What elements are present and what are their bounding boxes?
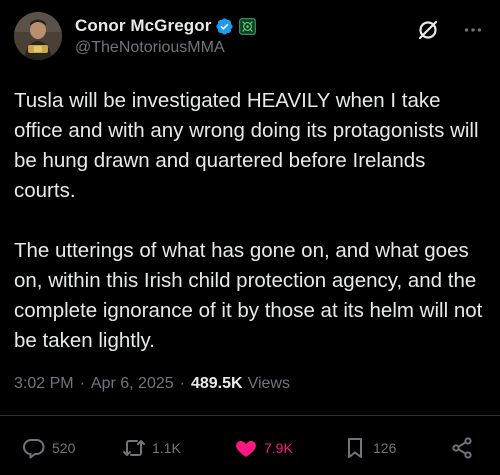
more-options-icon[interactable] xyxy=(462,19,484,41)
display-name[interactable]: Conor McGregor xyxy=(75,16,211,36)
share-icon xyxy=(452,437,472,459)
action-bar: 520 1.1K 7.9K 126 xyxy=(0,436,500,468)
meta-separator: · xyxy=(79,375,85,392)
verified-badge-icon[interactable] xyxy=(215,17,234,36)
reply-icon xyxy=(23,439,45,459)
bookmark-icon xyxy=(348,438,362,458)
avatar-image xyxy=(14,12,62,60)
post-date[interactable]: Apr 6, 2025 xyxy=(91,375,174,393)
grok-icon[interactable] xyxy=(416,18,440,42)
like-button[interactable]: 7.9K xyxy=(234,436,293,460)
repost-icon xyxy=(123,440,145,456)
repost-button[interactable]: 1.1K xyxy=(122,436,181,460)
affiliate-badge-icon[interactable] xyxy=(239,17,257,35)
repost-count: 1.1K xyxy=(152,440,181,456)
tweet-header: Conor McGregor @TheNotoriousMMA xyxy=(14,12,490,64)
tweet-metadata: 3:02 PM · Apr 6, 2025 · 489.5K Views xyxy=(14,375,290,393)
post-time[interactable]: 3:02 PM xyxy=(14,375,74,393)
like-count: 7.9K xyxy=(264,440,293,456)
reply-count: 520 xyxy=(52,440,76,456)
avatar[interactable] xyxy=(14,12,62,60)
views-count[interactable]: 489.5K xyxy=(191,375,243,393)
bookmark-count: 126 xyxy=(373,440,397,456)
heart-icon xyxy=(236,441,256,457)
bookmark-button[interactable]: 126 xyxy=(343,436,396,460)
meta-separator: · xyxy=(179,375,185,392)
handle[interactable]: @TheNotoriousMMA xyxy=(75,39,256,57)
reply-button[interactable]: 520 xyxy=(22,436,75,460)
divider xyxy=(0,415,500,416)
share-button[interactable] xyxy=(450,436,480,460)
tweet-text: Tusla will be investigated HEAVILY when … xyxy=(14,89,483,352)
views-label: Views xyxy=(247,375,290,392)
